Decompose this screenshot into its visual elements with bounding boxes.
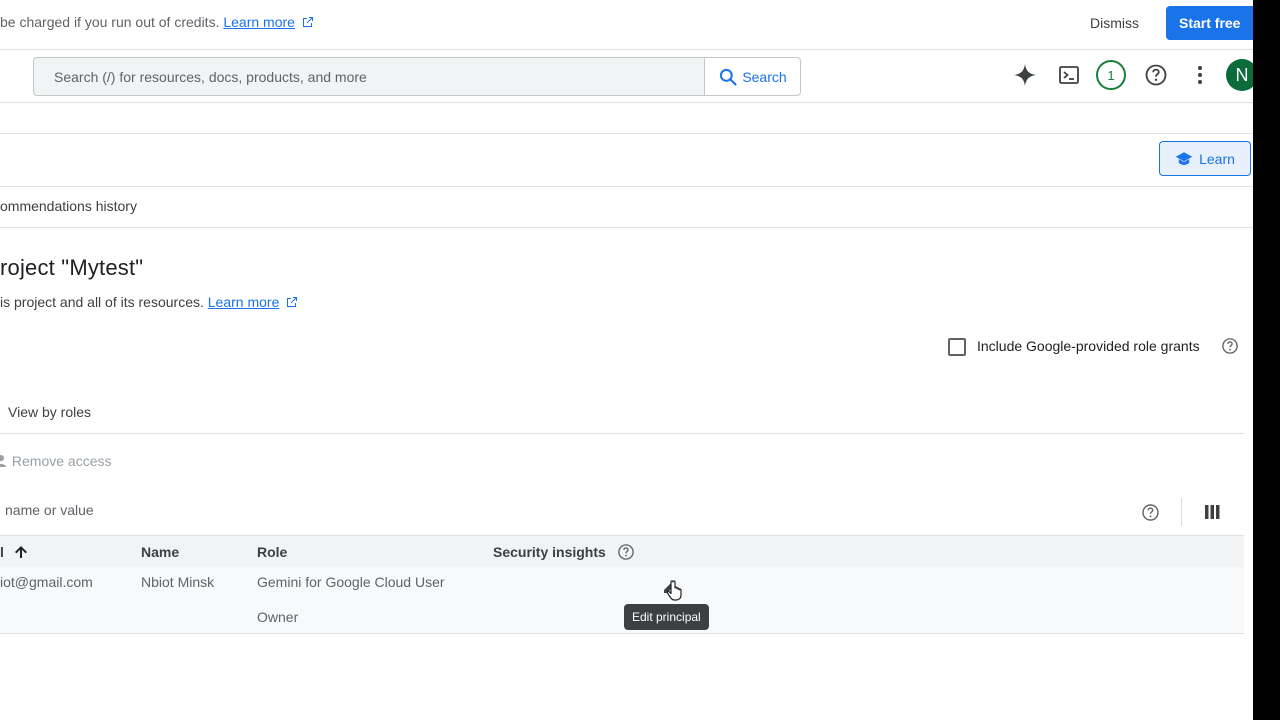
cloud-shell-button[interactable] [1052,58,1086,92]
learn-button[interactable]: Learn [1159,141,1251,176]
dismiss-button[interactable]: Dismiss [1078,8,1151,38]
account-avatar[interactable]: N [1226,59,1253,91]
table-row: iot@gmail.com Nbiot Minsk Gemini for Goo… [0,567,1244,634]
toolbar-separator [1181,498,1182,526]
cell-role-2: Owner [257,609,299,625]
tab-recommendations-history[interactable]: ommendations history [0,198,137,214]
banner-message: be charged if you run out of credits. [0,14,220,30]
cell-name: Nbiot Minsk [141,574,215,590]
help-button[interactable] [1139,58,1173,92]
table-header: l Name Role Security insights [0,535,1244,569]
tabs-divider [0,227,1253,228]
header-divider [0,102,1253,103]
filter-input[interactable]: name or value [5,502,94,518]
terminal-icon [1059,66,1079,84]
help-icon [1142,504,1159,521]
column-display-button[interactable] [1205,505,1220,524]
external-link-icon [287,297,298,307]
cell-principal: iot@gmail.com [0,574,93,590]
remove-access-label: Remove access [11,453,112,469]
cell-role-1: Gemini for Google Cloud User [257,574,445,590]
help-icon [1222,338,1238,354]
search-button-label: Search [742,68,787,85]
subheader-divider [0,133,1253,134]
start-free-button[interactable]: Start free [1166,6,1253,40]
search-input[interactable] [34,58,704,95]
notifications-badge[interactable]: 1 [1096,60,1126,90]
banner-learn-more-link[interactable]: Learn more [223,14,295,30]
column-security-header: Security insights [493,544,606,560]
learn-button-label: Learn [1199,150,1235,167]
include-google-grants-checkbox[interactable] [948,338,966,356]
table-help-button[interactable] [1141,503,1160,527]
page-description-text: is project and all of its resources. [0,294,204,310]
school-icon [1175,151,1193,165]
more-vert-icon [1198,66,1202,84]
column-name-header[interactable]: Name [141,544,179,560]
free-trial-banner: be charged if you run out of credits. Le… [0,12,314,32]
view-column-icon [1205,505,1220,519]
remove-access-button[interactable]: Remove access [0,453,111,469]
toolbar-divider [0,186,1253,187]
external-link-icon [302,17,313,27]
column-role-header[interactable]: Role [257,544,287,560]
column-principal-header[interactable]: l [0,544,28,560]
page-description: is project and all of its resources. Lea… [0,294,298,310]
include-google-grants-label: Include Google-provided role grants [977,338,1200,354]
more-options-button[interactable] [1183,58,1217,92]
help-icon[interactable] [617,543,635,561]
person-remove-icon [0,455,6,467]
help-icon [1145,64,1167,86]
banner-divider [0,49,1253,50]
edit-principal-button[interactable] [660,574,688,602]
sparkle-icon [1014,64,1036,86]
console-viewport: be charged if you run out of credits. Le… [0,0,1253,720]
column-principal-label: l [0,544,4,560]
grants-help-button[interactable] [1221,337,1239,360]
view-tabs-divider [0,433,1244,434]
page-learn-more-link[interactable]: Learn more [208,294,280,310]
search-box [33,57,704,96]
window-edge [1253,0,1280,720]
search-icon [720,68,737,86]
gemini-button[interactable] [1008,58,1042,92]
page-title: roject "Mytest" [0,255,144,280]
tab-view-by-roles[interactable]: View by roles [8,404,91,420]
edit-principal-tooltip: Edit principal [624,604,709,630]
arrow-up-icon [14,546,27,558]
search-button[interactable]: Search [704,57,801,96]
